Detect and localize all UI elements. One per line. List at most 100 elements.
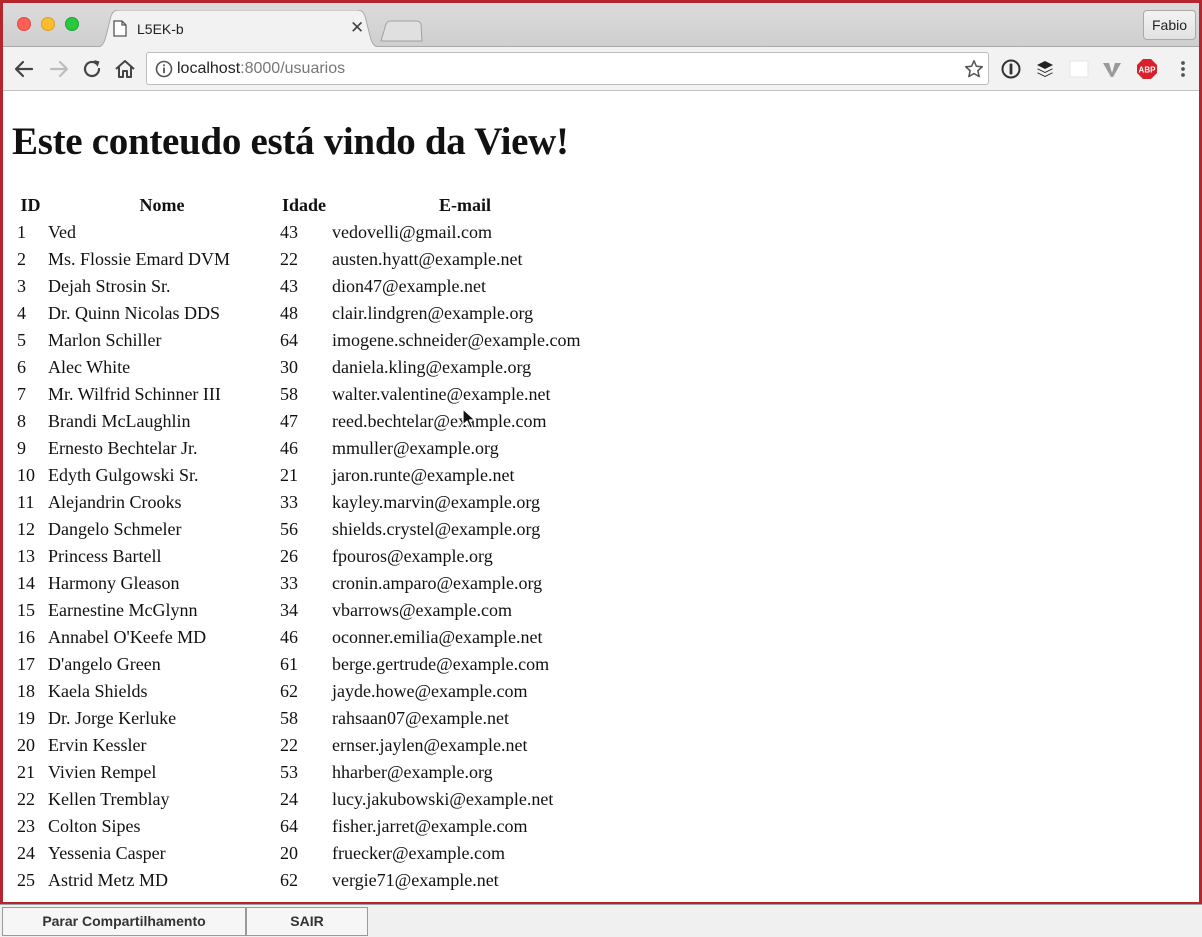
table-row: 2 Ms. Flossie Emard DVM 22 austen.hyatt@exa… xyxy=(16,247,599,272)
cell-id: 13 xyxy=(17,546,35,566)
cell-idade: 43 xyxy=(280,276,298,296)
cell-idade: 48 xyxy=(280,303,298,323)
table-header-row: ID Nome Idade E-mail xyxy=(16,193,599,218)
page-heading: Este conteudo está vindo da View! xyxy=(12,120,569,163)
cell-idade: 42 xyxy=(279,895,329,900)
cell-id: 6 xyxy=(17,357,26,377)
tab-strip: L5EK-b ✕ Fabio xyxy=(0,0,1202,48)
page-viewport[interactable]: Este conteudo está vindo da View! ID Nom… xyxy=(4,92,1198,900)
cell-id: 7 xyxy=(17,384,26,404)
cell-nome: Princess Bartell xyxy=(48,546,162,566)
more-vertical-icon[interactable] xyxy=(1172,58,1194,80)
window-maximize-button[interactable] xyxy=(65,17,79,31)
cell-idade: 56 xyxy=(280,519,298,539)
column-header-email: E-mail xyxy=(439,195,491,215)
cell-id: 21 xyxy=(17,762,35,782)
vimeo-icon[interactable] xyxy=(1101,58,1123,80)
1password-icon[interactable] xyxy=(1000,58,1022,80)
stop-sharing-button[interactable]: Parar Compartilhamento xyxy=(2,907,246,936)
users-table: ID Nome Idade E-mail 1 Ved 43 vedovelli@gma… xyxy=(14,191,601,900)
cell-email: rahsaan07@example.net xyxy=(332,708,510,728)
blank-extension-icon[interactable] xyxy=(1068,58,1090,80)
table-row: 6 Alec White 30 daniela.kling@example.org xyxy=(16,355,599,380)
screen-share-bar: Parar Compartilhamento SAIR xyxy=(0,904,1202,937)
adblock-plus-icon[interactable]: ABP xyxy=(1136,58,1158,80)
cell-nome: Ernesto Bechtelar Jr. xyxy=(48,438,198,458)
cell-nome: Yessenia Casper xyxy=(48,843,166,863)
tab-title: L5EK-b xyxy=(137,21,184,37)
cell-email: hharber@example.org xyxy=(332,762,493,782)
new-tab-button[interactable] xyxy=(378,20,424,42)
abp-label: ABP xyxy=(1139,66,1157,75)
cell-idade: 46 xyxy=(280,438,298,458)
cell-id: 19 xyxy=(17,708,35,728)
table-row: 23 Colton Sipes 64 fisher.jarret@example.co… xyxy=(16,814,599,839)
tab-close-icon[interactable]: ✕ xyxy=(350,19,364,36)
cell-id: 24 xyxy=(17,843,35,863)
cell-idade: 62 xyxy=(280,870,298,890)
address-bar[interactable]: localhost:8000/usuarios xyxy=(146,52,989,85)
screen-frame: L5EK-b ✕ Fabio localhost:8000/usuarios A… xyxy=(0,0,1202,937)
url-text[interactable]: localhost:8000/usuarios xyxy=(177,60,345,78)
cell-idade: 26 xyxy=(280,546,298,566)
cell-email: walter.valentine@example.net xyxy=(332,384,551,404)
window-minimize-button[interactable] xyxy=(41,17,55,31)
cell-email: jaron.runte@example.net xyxy=(332,465,515,485)
cell-email: vedovelli@gmail.com xyxy=(332,222,493,242)
forward-arrow-icon[interactable] xyxy=(47,57,71,81)
cell-nome: Edyth Gulgowski Sr. xyxy=(48,465,199,485)
table-row: 5 Marlon Schiller 64 imogene.schneider@exam… xyxy=(16,328,599,353)
cell-nome: Ms. Flossie Emard DVM xyxy=(48,249,231,269)
cell-idade: 62 xyxy=(280,681,298,701)
home-icon[interactable] xyxy=(113,57,137,81)
table-row: 14 Harmony Gleason 33 cronin.amparo@example… xyxy=(16,571,599,596)
cell-idade: 61 xyxy=(280,654,298,674)
document-icon xyxy=(113,20,127,37)
cell-email: vergie71@example.net xyxy=(332,870,499,890)
table-row: 15 Earnestine McGlynn 34 vbarrows@example.c… xyxy=(16,598,599,623)
reload-icon[interactable] xyxy=(80,57,104,81)
table-row: 19 Dr. Jorge Kerluke 58 rahsaan07@example.n… xyxy=(16,706,599,731)
back-arrow-icon[interactable] xyxy=(12,57,36,81)
mouse-pointer-icon xyxy=(462,408,476,429)
cell-nome: Dr. Quinn Nicolas DDS xyxy=(48,303,220,323)
column-header-id: ID xyxy=(20,195,41,215)
table-row: 4 Dr. Quinn Nicolas DDS 48 clair.lindgren@e… xyxy=(16,301,599,326)
cell-nome: Colton Sipes xyxy=(48,816,141,836)
cell-nome: Astrid Metz MD xyxy=(48,870,168,890)
cell-idade: 58 xyxy=(280,384,298,404)
cell-id: 12 xyxy=(17,519,35,539)
cell-idade: 33 xyxy=(280,573,298,593)
cell-idade: 22 xyxy=(280,249,298,269)
cell-id: 4 xyxy=(17,303,26,323)
buffer-icon[interactable] xyxy=(1034,58,1056,80)
table-row: 26Miss Mireille Konopelski42zora.oconnel… xyxy=(16,895,599,900)
table-row: 25 Astrid Metz MD 62 vergie71@example.net xyxy=(16,868,599,893)
cell-id: 2 xyxy=(17,249,26,269)
cell-nome: Dr. Jorge Kerluke xyxy=(48,708,177,728)
cell-email: cronin.amparo@example.org xyxy=(332,573,543,593)
bookmark-star-icon[interactable] xyxy=(963,58,985,80)
tab-active[interactable]: L5EK-b ✕ xyxy=(92,10,384,48)
column-header-idade: Idade xyxy=(281,195,326,215)
browser-toolbar: localhost:8000/usuarios ABP xyxy=(0,47,1202,91)
cell-nome: Brandi McLaughlin xyxy=(48,411,191,431)
table-row: 1 Ved 43 vedovelli@gmail.com xyxy=(16,220,599,245)
profile-button[interactable]: Fabio xyxy=(1143,10,1196,40)
cell-idade: 24 xyxy=(280,789,298,809)
url-host: localhost xyxy=(177,60,241,77)
cell-id: 16 xyxy=(17,627,35,647)
info-icon[interactable] xyxy=(155,60,173,78)
tab-background xyxy=(92,10,384,48)
cell-nome: Earnestine McGlynn xyxy=(48,600,198,620)
exit-button[interactable]: SAIR xyxy=(246,907,368,936)
cell-idade: 43 xyxy=(280,222,298,242)
table-row: 3 Dejah Strosin Sr. 43 dion47@example.net xyxy=(16,274,599,299)
cell-id: 25 xyxy=(17,870,35,890)
table-row: 17 D'angelo Green 61 berge.gertrude@example… xyxy=(16,652,599,677)
cell-nome: Alec White xyxy=(48,357,131,377)
window-close-button[interactable] xyxy=(17,17,31,31)
cell-idade: 22 xyxy=(280,735,298,755)
cell-nome: Ved xyxy=(48,222,76,242)
cell-nome: Marlon Schiller xyxy=(48,330,162,350)
